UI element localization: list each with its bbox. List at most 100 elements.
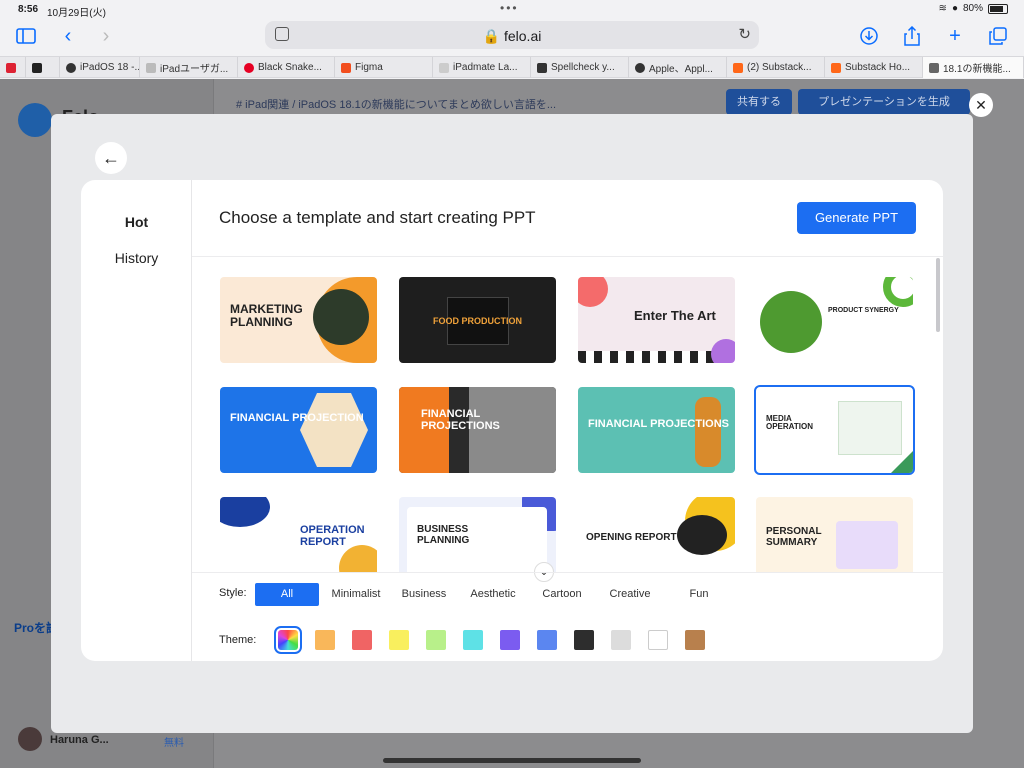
avatar: [18, 727, 42, 751]
card-title: FOOD PRODUCTION: [433, 316, 522, 326]
tab-item[interactable]: Apple、Appl...: [629, 57, 727, 78]
favicon-icon: [537, 62, 547, 73]
template-card[interactable]: PERSONAL SUMMARY: [756, 497, 913, 572]
template-card[interactable]: FINANCIAL PROJECTIONS: [399, 387, 556, 473]
back-icon[interactable]: ‹: [56, 24, 80, 48]
theme-swatch[interactable]: [537, 630, 557, 650]
tab-item[interactable]: iPadユーザガ...: [140, 57, 238, 78]
favicon-icon: [32, 62, 42, 73]
template-card[interactable]: Enter The Art: [578, 277, 735, 363]
theme-swatch[interactable]: [500, 630, 520, 650]
theme-swatch[interactable]: [426, 630, 446, 650]
template-card[interactable]: PRODUCT SYNERGY: [756, 277, 913, 363]
tab-item[interactable]: Spellcheck y...: [531, 57, 629, 78]
new-tab-icon[interactable]: +: [943, 24, 967, 48]
figma-icon: [341, 62, 351, 73]
tab-item[interactable]: Black Snake...: [238, 57, 335, 78]
tab-item[interactable]: [26, 57, 60, 78]
tab-item[interactable]: Substack Ho...: [825, 57, 923, 78]
sidebar-toggle-icon[interactable]: [14, 24, 38, 48]
theme-swatch[interactable]: [574, 630, 594, 650]
tab-label: Substack Ho...: [845, 62, 911, 73]
lock-rotation-icon: ●: [951, 3, 958, 14]
reload-icon[interactable]: ↻: [738, 25, 751, 43]
tab-item[interactable]: [0, 57, 26, 78]
substack-icon: [733, 62, 743, 73]
tab-item[interactable]: iPadOS 18 -...: [60, 57, 140, 78]
template-card[interactable]: FINANCIAL PROJECTIONS: [578, 387, 735, 473]
card-shape: [578, 277, 608, 307]
tab-label: iPadOS 18 -...: [80, 62, 140, 73]
substack-icon: [831, 62, 841, 73]
card-title: MARKETING PLANNING: [230, 302, 303, 329]
theme-swatch[interactable]: [389, 630, 409, 650]
style-option-aesthetic[interactable]: Aesthetic: [464, 583, 522, 606]
tab-label: Apple、Appl...: [649, 64, 713, 75]
close-icon[interactable]: ✕: [969, 93, 993, 117]
card-title: BUSINESS PLANNING: [417, 524, 470, 546]
address-bar[interactable]: 🔒 felo.ai ↻: [265, 21, 759, 49]
card-shape: [883, 277, 913, 307]
style-option-business[interactable]: Business: [396, 583, 452, 606]
tab-label: Spellcheck y...: [551, 62, 615, 73]
illustration: [836, 521, 898, 569]
template-card[interactable]: FINANCIAL PROJECTION: [220, 387, 377, 473]
nav-history[interactable]: History: [81, 250, 192, 266]
home-indicator[interactable]: [383, 758, 641, 763]
felo-logo-icon: [18, 103, 52, 137]
card-title: Enter The Art: [634, 308, 716, 323]
template-modal: ← Hot History Choose a template and star…: [51, 114, 973, 733]
card-title: FINANCIAL PROJECTION: [230, 412, 364, 424]
template-nav: Hot History: [81, 180, 192, 661]
close-tab-icon[interactable]: [929, 62, 939, 73]
scrollbar[interactable]: [936, 258, 940, 332]
card-shape: [220, 497, 270, 527]
favicon-icon: [6, 62, 16, 73]
theme-swatch[interactable]: [685, 630, 705, 650]
theme-swatch-all[interactable]: [274, 626, 302, 654]
brushes-image: [695, 397, 721, 467]
card-title: OPENING REPORT: [586, 532, 677, 543]
template-card[interactable]: FOOD PRODUCTION: [399, 277, 556, 363]
wifi-icon: ≋: [938, 3, 947, 14]
template-card[interactable]: OPENING REPORT: [578, 497, 735, 572]
style-option-fun[interactable]: Fun: [671, 583, 727, 606]
browser-toolbar: ‹ › 🔒 felo.ai ↻ +: [0, 18, 1024, 54]
theme-swatch[interactable]: [463, 630, 483, 650]
tab-item-active[interactable]: 18.1の新機能...: [923, 57, 1024, 78]
style-label: Style:: [219, 587, 247, 599]
tab-item[interactable]: Figma: [335, 57, 433, 78]
style-option-creative[interactable]: Creative: [602, 583, 658, 606]
generate-ppt-button[interactable]: Generate PPT: [797, 202, 916, 234]
template-grid: MARKETING PLANNING FOOD PRODUCTION Enter…: [192, 258, 943, 572]
tab-overview-icon[interactable]: [986, 24, 1010, 48]
tab-item[interactable]: iPadmate La...: [433, 57, 531, 78]
theme-swatch[interactable]: [315, 630, 335, 650]
theme-swatch[interactable]: [352, 630, 372, 650]
pinterest-icon: [244, 62, 254, 73]
apple-icon: [635, 62, 645, 73]
more-dots-icon[interactable]: •••: [500, 1, 519, 15]
theme-swatch[interactable]: [611, 630, 631, 650]
user-name: Haruna G...: [50, 734, 109, 746]
tab-label: Black Snake...: [258, 62, 322, 73]
nav-hot[interactable]: Hot: [81, 214, 192, 230]
style-option-all[interactable]: All: [255, 583, 319, 606]
share-icon[interactable]: [900, 24, 924, 48]
theme-swatch[interactable]: [648, 630, 668, 650]
template-card[interactable]: OPERATION REPORT: [220, 497, 377, 572]
style-option-minimalist[interactable]: Minimalist: [325, 583, 387, 606]
flower-image: [760, 291, 822, 353]
status-time: 8:56: [18, 4, 39, 15]
template-card[interactable]: MARKETING PLANNING: [220, 277, 377, 363]
back-arrow-icon[interactable]: ←: [95, 142, 127, 174]
tab-label: (2) Substack...: [747, 62, 812, 73]
template-card[interactable]: BUSINESS PLANNING: [399, 497, 556, 572]
forward-icon[interactable]: ›: [94, 24, 118, 48]
template-card-selected[interactable]: MEDIA OPERATION: [754, 385, 915, 475]
download-icon[interactable]: [857, 24, 881, 48]
share-button: 共有する: [726, 89, 792, 115]
tab-item[interactable]: (2) Substack...: [727, 57, 825, 78]
tab-label: iPadmate La...: [453, 62, 518, 73]
style-option-cartoon[interactable]: Cartoon: [534, 583, 590, 606]
